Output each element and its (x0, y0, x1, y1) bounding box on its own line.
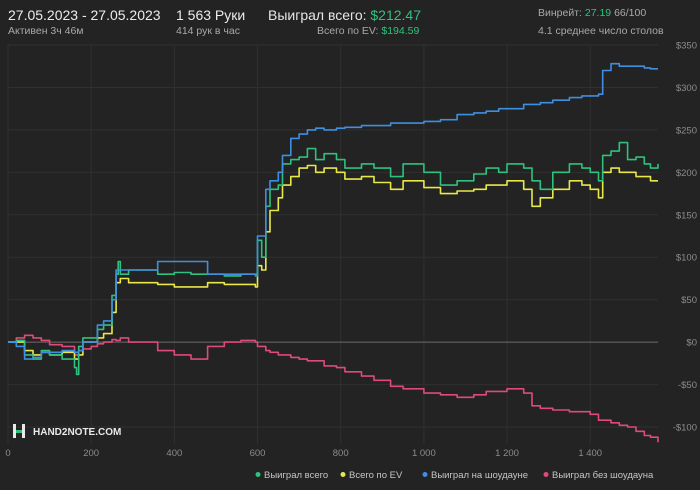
winrate: Винрейт: 27.19 66/100 (538, 7, 646, 19)
legend-label: Выиграл на шоудауне (431, 470, 528, 481)
legend-item-2[interactable]: Выиграл на шоудауне (422, 470, 529, 481)
profit-graph: -$100 -$50 $0 $50 $100 $150 $200 $250 $300 $350 0… (5, 41, 697, 482)
y-tick-label: $200 (676, 168, 697, 179)
series-line-1 (8, 164, 658, 360)
avg-tables: 4.1 среднее число столов (538, 25, 664, 37)
x-axis-ticks: 0 200 400 600 800 1 000 1 200 1 400 (5, 448, 602, 459)
won-total: Выиграл всего: $212.47 (268, 7, 421, 23)
y-tick-label: -$50 (678, 380, 697, 391)
ev-total: Всего по EV: $194.59 (317, 25, 419, 37)
legend: Выиграл всего Всего по EV Выиграл на шоуда… (255, 470, 655, 481)
hands-count: 1 563 Руки (176, 7, 246, 23)
hands-per-hour: 414 рук в час (176, 25, 240, 37)
legend-label: Выиграл без шоудауна (552, 470, 654, 481)
x-tick-label: 200 (83, 448, 99, 459)
legend-label: Всего по EV (349, 470, 403, 481)
legend-marker (340, 472, 346, 477)
ev-total-value: $194.59 (381, 25, 420, 37)
y-tick-label: $350 (676, 41, 697, 52)
legend-marker (422, 472, 428, 477)
won-total-label: Выиграл всего: (268, 7, 367, 23)
hand2note-logo: HAND2NOTE.COM (13, 424, 121, 438)
y-tick-label: $300 (676, 83, 697, 94)
series-lines (8, 62, 659, 443)
stats-header: 27.05.2023 - 27.05.2023 Активен 3ч 46м 1… (0, 0, 700, 44)
legend-marker (543, 472, 549, 477)
x-tick-label: 1 200 (495, 448, 519, 459)
y-axis-ticks: -$100 -$50 $0 $50 $100 $150 $200 $250 $300 $350 (673, 41, 697, 434)
y-tick-label: $100 (676, 253, 697, 264)
legend-item-0[interactable]: Выиграл всего (255, 470, 329, 481)
ev-total-label: Всего по EV: (317, 25, 379, 37)
legend-item-3[interactable]: Выиграл без шоудауна (543, 470, 655, 481)
winrate-value: 27.19 (584, 7, 612, 19)
winrate-label: Винрейт: (538, 7, 582, 19)
date-range: 27.05.2023 - 27.05.2023 (8, 7, 161, 23)
x-tick-label: 400 (166, 448, 182, 459)
winrate-unit: 66/100 (614, 7, 647, 19)
x-tick-label: 800 (333, 448, 349, 459)
active-time: Активен 3ч 46м (8, 25, 84, 37)
y-tick-label: $50 (681, 295, 697, 306)
x-tick-label: 600 (250, 448, 266, 459)
legend-item-1[interactable]: Всего по EV (340, 470, 403, 481)
won-total-value: $212.47 (370, 7, 421, 23)
y-tick-label: $150 (676, 210, 697, 221)
hand2note-logo-icon (13, 424, 25, 438)
grid (7, 44, 658, 444)
hand2note-logo-text: HAND2NOTE.COM (33, 427, 121, 438)
y-tick-label: -$100 (673, 423, 697, 434)
x-tick-label: 0 (5, 448, 10, 459)
y-tick-label: $250 (676, 125, 697, 136)
y-tick-label: $0 (686, 338, 697, 349)
series-line-2 (8, 62, 658, 360)
legend-marker (255, 472, 261, 477)
legend-label: Выиграл всего (264, 470, 328, 481)
x-tick-label: 1 000 (412, 448, 436, 459)
series-line-0 (8, 141, 659, 376)
x-tick-label: 1 400 (578, 448, 602, 459)
